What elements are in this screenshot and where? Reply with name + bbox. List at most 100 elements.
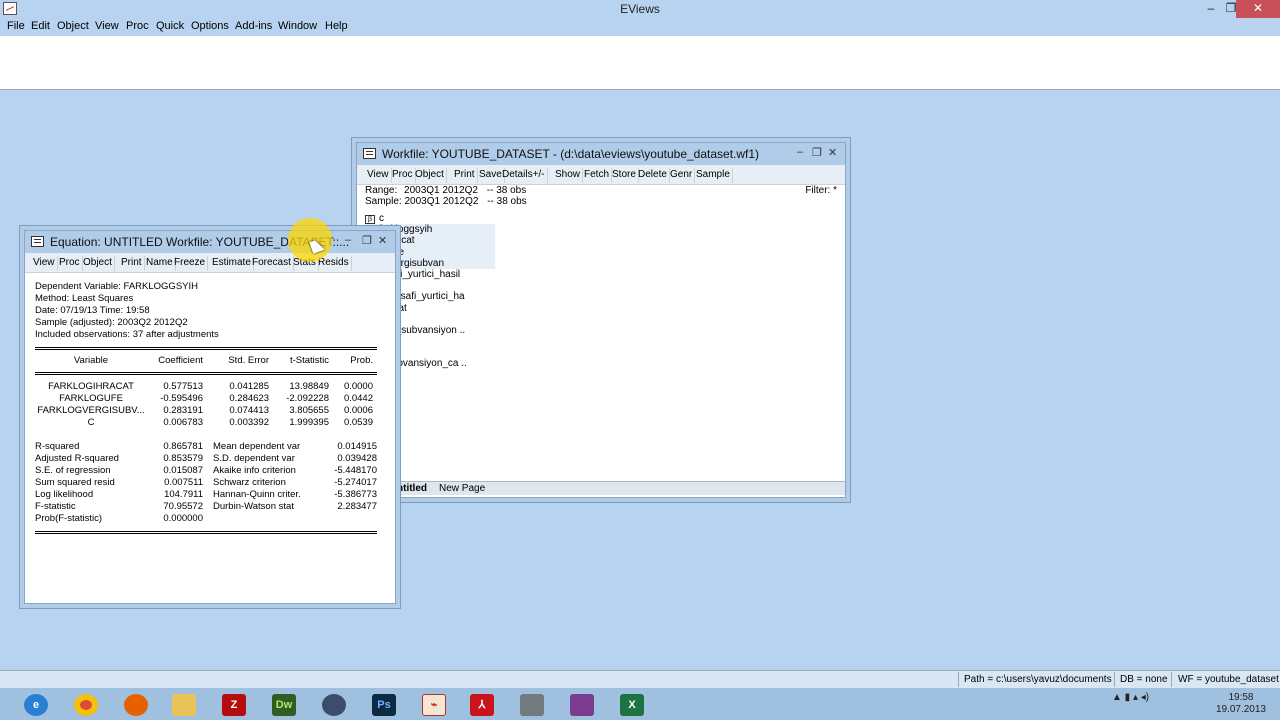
taskbar-winrar[interactable] <box>564 691 600 718</box>
taskbar-eviews[interactable]: ⌁ <box>416 691 452 718</box>
sample-adjusted: Sample (adjusted): 2003Q2 2012Q2 <box>35 317 188 328</box>
menu-proc[interactable]: Proc <box>126 20 149 32</box>
workfile-close-button[interactable]: ✕ <box>828 146 837 159</box>
eq-forecast-button[interactable]: Forecast <box>250 256 294 271</box>
eq-freeze-button[interactable]: Freeze <box>172 256 209 271</box>
wf-details-button[interactable]: Details+/- <box>500 168 548 183</box>
close-button[interactable]: ✕ <box>1236 0 1280 18</box>
eq-view-button[interactable]: View <box>31 256 58 271</box>
stat-label: Durbin-Watson stat <box>213 501 294 512</box>
wf-object-item[interactable]: βc <box>365 213 495 224</box>
stats-row: Prob(F-statistic) 0.000000 <box>35 513 377 525</box>
stat-label: Sum squared resid <box>35 477 115 488</box>
wf-proc-button[interactable]: Proc <box>390 168 416 183</box>
equation-close-button[interactable]: ✕ <box>378 234 387 247</box>
menu-help[interactable]: Help <box>325 20 348 32</box>
range-label: Range: <box>365 185 398 196</box>
workfile-titlebar[interactable]: Workfile: YOUTUBE_DATASET - (d:\data\evi… <box>357 143 845 165</box>
taskbar-media[interactable] <box>316 691 352 718</box>
stat-value: 0.007511 <box>164 477 203 488</box>
stat-label: Hannan-Quinn criter. <box>213 489 301 500</box>
stat-value: -5.448170 <box>334 465 377 476</box>
eq-name-button[interactable]: Name <box>144 256 176 271</box>
equation-minimize-button[interactable]: – <box>345 234 351 246</box>
menu-edit[interactable]: Edit <box>31 20 50 32</box>
cursor-highlight <box>288 218 332 262</box>
sample-value: 2003Q1 2012Q2 <box>404 196 479 207</box>
menu-quick[interactable]: Quick <box>156 20 184 32</box>
app-title: EViews <box>620 2 660 16</box>
taskbar-acrobat[interactable]: ⅄ <box>464 691 500 718</box>
wf-sample[interactable]: Sample: 2003Q1 2012Q2 -- 38 obs <box>365 196 527 207</box>
taskbar-dreamweaver[interactable]: Dw <box>266 691 302 718</box>
command-window[interactable] <box>0 36 1280 90</box>
clock-time: 19:58 <box>1228 692 1254 703</box>
stat-label: Prob(F-statistic) <box>35 513 103 524</box>
wf-print-button[interactable]: Print <box>452 168 478 183</box>
workfile-title: Workfile: YOUTUBE_DATASET - (d:\data\evi… <box>382 147 760 161</box>
cell-coefficient: 0.006783 <box>163 417 203 428</box>
cell-coefficient: 0.283191 <box>163 405 203 416</box>
eq-object-button[interactable]: Object <box>81 256 115 271</box>
cell-t-statistic: -2.092228 <box>286 393 329 404</box>
wf-sample-button[interactable]: Sample <box>694 168 733 183</box>
wf-delete-button[interactable]: Delete <box>636 168 670 183</box>
equation-icon <box>31 236 44 247</box>
table-header-row: Variable Coefficient Std. Error t-Statis… <box>35 355 377 367</box>
clock[interactable]: 19:58 19.07.2013 <box>1216 692 1266 716</box>
col-std-error: Std. Error <box>228 355 269 366</box>
wf-view-button[interactable]: View <box>365 168 392 183</box>
cell-prob: 0.0000 <box>343 381 373 392</box>
equation-titlebar[interactable]: Equation: UNTITLED Workfile: YOUTUBE_DAT… <box>25 231 395 253</box>
system-tray-icons[interactable]: ▲ ▮ ▴ ◂) <box>1112 692 1149 703</box>
equation-maximize-button[interactable]: ❐ <box>362 234 372 247</box>
col-coefficient: Coefficient <box>158 355 203 366</box>
taskbar-explorer[interactable] <box>166 691 202 718</box>
taskbar-ie[interactable]: e <box>18 691 54 718</box>
excel-icon: X <box>620 693 644 716</box>
taskbar-photoshop[interactable]: Ps <box>366 691 402 718</box>
tab-untitled[interactable]: ntitled <box>397 483 427 494</box>
eq-print-button[interactable]: Print <box>119 256 145 271</box>
col-t-statistic: t-Statistic <box>289 355 329 366</box>
eq-estimate-button[interactable]: Estimate <box>210 256 254 271</box>
stats-row: Adjusted R-squared 0.853579 S.D. depende… <box>35 453 377 465</box>
tab-new-page[interactable]: New Page <box>439 483 485 494</box>
dependent-variable: Dependent Variable: FARKLOGGSYIH <box>35 281 198 292</box>
menu-object[interactable]: Object <box>57 20 89 32</box>
menu-window[interactable]: Window <box>278 20 317 32</box>
firefox-icon <box>124 693 148 716</box>
menu-addins[interactable]: Add-ins <box>235 20 272 32</box>
menu-view[interactable]: View <box>95 20 119 32</box>
workfile-minimize-button[interactable]: – <box>797 146 803 158</box>
wf-filter[interactable]: Filter: * <box>805 185 837 196</box>
menu-file[interactable]: File <box>7 20 25 32</box>
status-divider <box>958 672 959 687</box>
stat-value: -5.386773 <box>334 489 377 500</box>
stat-value: 0.000000 <box>163 513 203 524</box>
wf-genr-button[interactable]: Genr <box>668 168 696 183</box>
wf-object-button[interactable]: Object <box>413 168 447 183</box>
taskbar-chrome[interactable] <box>68 691 104 718</box>
table-row: FARKLOGUFE -0.595496 0.284623 -2.092228 … <box>35 393 377 405</box>
eq-proc-button[interactable]: Proc <box>57 256 83 271</box>
wf-fetch-button[interactable]: Fetch <box>582 168 613 183</box>
menu-options[interactable]: Options <box>191 20 229 32</box>
stat-value: 0.853579 <box>163 453 203 464</box>
status-divider <box>1114 672 1115 687</box>
workfile-maximize-button[interactable]: ❐ <box>812 146 822 159</box>
stat-label: Akaike info criterion <box>213 465 296 476</box>
wf-show-button[interactable]: Show <box>553 168 584 183</box>
equation-window: Equation: UNTITLED Workfile: YOUTUBE_DAT… <box>24 230 396 604</box>
taskbar-filezilla[interactable]: Z <box>216 691 252 718</box>
wf-range[interactable]: Range: 2003Q1 2012Q2 -- 38 obs <box>365 185 526 196</box>
date-time: Date: 07/19/13 Time: 19:58 <box>35 305 150 316</box>
taskbar-excel[interactable]: X <box>614 691 650 718</box>
table-separator <box>35 531 377 534</box>
table-row: C 0.006783 0.003392 1.999395 0.0539 <box>35 417 377 429</box>
taskbar-tool[interactable] <box>514 691 550 718</box>
wf-store-button[interactable]: Store <box>610 168 639 183</box>
coef-icon: β <box>365 215 375 224</box>
taskbar-firefox[interactable] <box>118 691 154 718</box>
stat-value: 0.014915 <box>337 441 377 452</box>
